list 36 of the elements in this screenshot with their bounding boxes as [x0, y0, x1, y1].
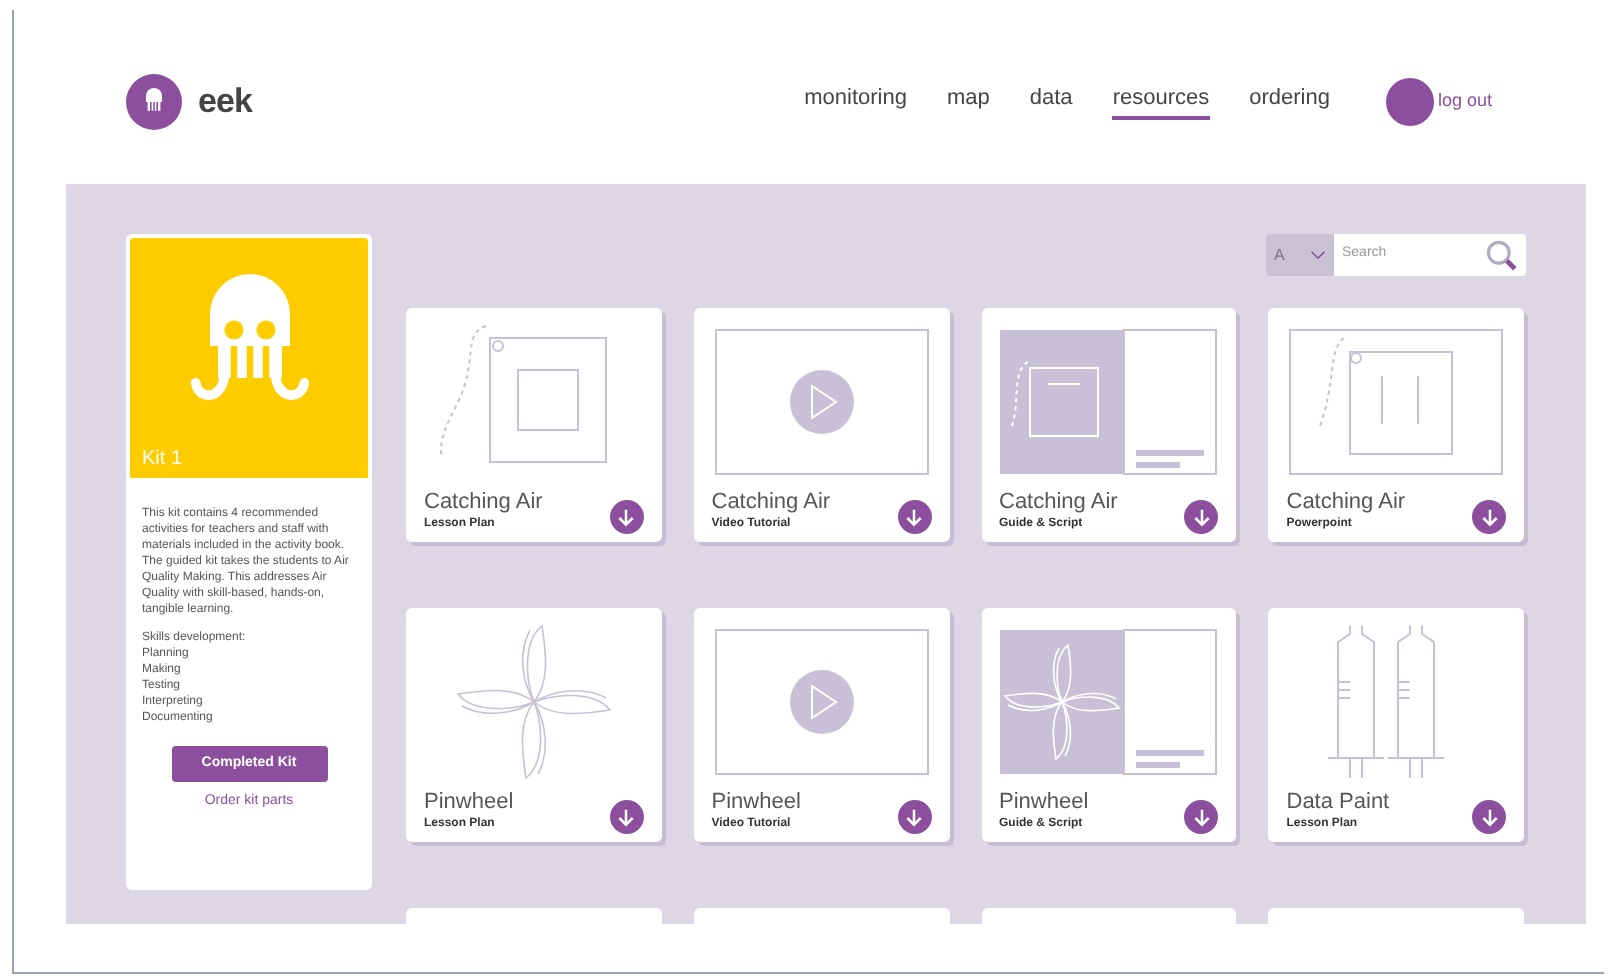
- download-icon: [616, 507, 637, 527]
- avatar-icon[interactable]: [1385, 77, 1434, 125]
- download-button[interactable]: [1472, 500, 1506, 534]
- resource-title: Pinwheel: [711, 790, 801, 816]
- logo-icon[interactable]: [126, 73, 182, 129]
- resource-title: Catching Air: [424, 490, 543, 516]
- download-button[interactable]: [609, 800, 644, 834]
- resource-title: Catching Air: [711, 490, 831, 516]
- download-icon: [1479, 807, 1499, 827]
- download-icon: [1479, 507, 1499, 527]
- download-button[interactable]: [609, 500, 644, 534]
- download-icon: [1191, 807, 1212, 827]
- search-icon[interactable]: [1486, 239, 1518, 271]
- brand-name: eek: [198, 79, 253, 124]
- nav-link[interactable]: ordering: [1249, 81, 1330, 121]
- download-icon: [904, 507, 924, 527]
- resource-title: Data Paint: [1286, 790, 1390, 816]
- resource-title: Catching Air: [999, 490, 1118, 516]
- logout-link[interactable]: log out: [1437, 87, 1492, 115]
- download-icon: [904, 807, 924, 827]
- resource-title: Pinwheel: [424, 790, 514, 816]
- nav-link[interactable]: map: [946, 81, 990, 121]
- nav-link[interactable]: monitoring: [804, 81, 907, 121]
- download-button[interactable]: [1184, 500, 1219, 534]
- download-button[interactable]: [897, 500, 931, 534]
- nav-link[interactable]: resources: [1112, 81, 1210, 121]
- download-button[interactable]: [1472, 800, 1506, 834]
- nav-link[interactable]: data: [1029, 81, 1073, 121]
- download-icon: [616, 807, 637, 827]
- download-button[interactable]: [897, 800, 931, 834]
- download-button[interactable]: [1184, 800, 1219, 834]
- resource-title: Catching Air: [1286, 490, 1406, 516]
- download-icon: [1191, 507, 1212, 527]
- kit-title: Kit 1: [142, 446, 183, 474]
- resource-title: Pinwheel: [999, 790, 1089, 816]
- chevron-down-icon: [1310, 250, 1326, 260]
